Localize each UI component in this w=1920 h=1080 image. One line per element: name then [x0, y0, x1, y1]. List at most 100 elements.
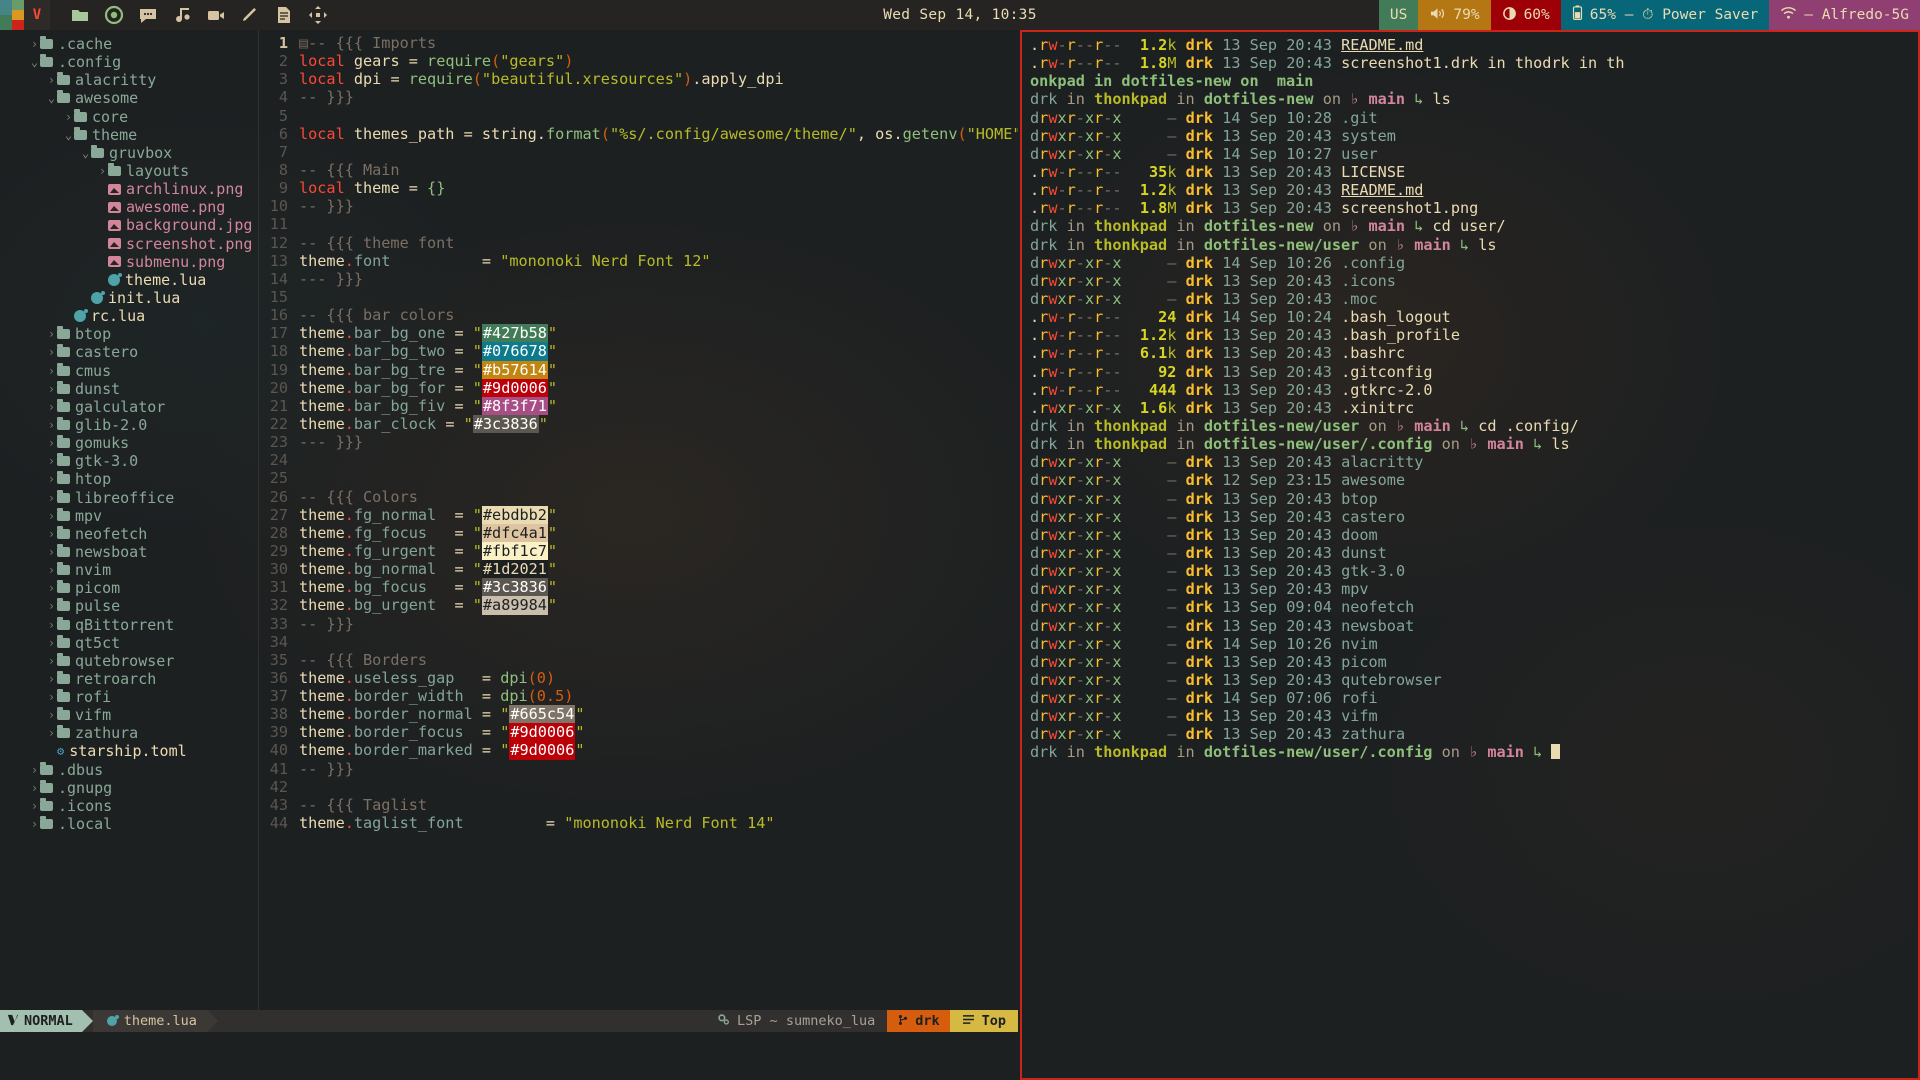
battery-widget[interactable]: 65% – ⏱ Power Saver: [1560, 0, 1770, 30]
chevron-right-icon[interactable]: ›: [46, 416, 57, 434]
tree-item-galculator[interactable]: › galculator: [0, 398, 258, 416]
chevron-right-icon[interactable]: ›: [29, 779, 40, 797]
chat-icon[interactable]: [138, 5, 158, 25]
status-git-branch[interactable]: drk: [887, 1010, 950, 1032]
code-line[interactable]: 33 -- }}}: [262, 615, 1018, 633]
code-line[interactable]: 34: [262, 633, 1018, 651]
tree-item-cmus[interactable]: › cmus: [0, 362, 258, 380]
tree-item-mpv[interactable]: › mpv: [0, 507, 258, 525]
code-line[interactable]: 16 -- {{{ bar colors: [262, 306, 1018, 324]
chevron-right-icon[interactable]: ›: [63, 108, 74, 126]
code-line[interactable]: 8 -- {{{ Main: [262, 161, 1018, 179]
tag-1[interactable]: [0, 0, 12, 30]
status-lsp[interactable]: LSP ~ sumneko_lua: [705, 1010, 887, 1032]
tree-item--cache[interactable]: › .cache: [0, 35, 258, 53]
code-line[interactable]: 39 theme. border_focus = " #9d0006 ": [262, 723, 1018, 742]
chevron-right-icon[interactable]: ›: [46, 398, 57, 416]
chevron-right-icon[interactable]: ›: [46, 634, 57, 652]
code-line[interactable]: 40 theme. border_marked = " #9d0006 ": [262, 741, 1018, 760]
chevron-right-icon[interactable]: ›: [46, 597, 57, 615]
tree-item-retroarch[interactable]: › retroarch: [0, 670, 258, 688]
code-line[interactable]: 32 theme. bg_urgent = " #a89984 ": [262, 596, 1018, 615]
chevron-right-icon[interactable]: ›: [46, 507, 57, 525]
tree-item--icons[interactable]: › .icons: [0, 797, 258, 815]
code-line[interactable]: 36 theme. useless_gap = dpi(0): [262, 669, 1018, 687]
chevron-right-icon[interactable]: ›: [29, 815, 40, 833]
code-line[interactable]: 38 theme. border_normal = " #665c54 ": [262, 705, 1018, 724]
chevron-right-icon[interactable]: ›: [29, 797, 40, 815]
tree-item-rc-lua[interactable]: rc.lua: [0, 307, 258, 325]
volume-widget[interactable]: 79%: [1418, 0, 1491, 30]
chevron-right-icon[interactable]: ›: [46, 670, 57, 688]
files-icon[interactable]: [70, 5, 90, 25]
code-line[interactable]: 30 theme. bg_normal = " #1d2021 ": [262, 560, 1018, 579]
editor-icon[interactable]: [240, 5, 260, 25]
code-line[interactable]: 13 theme. font = "mononoki Nerd Font 12": [262, 252, 1018, 270]
code-line[interactable]: 2 local gears = require("gears"): [262, 52, 1018, 70]
code-line[interactable]: 28 theme. fg_focus = " #dfc4a1 ": [262, 523, 1018, 542]
tree-item--dbus[interactable]: › .dbus: [0, 761, 258, 779]
code-line[interactable]: 43 -- {{{ Taglist: [262, 796, 1018, 814]
tree-item-starship-toml[interactable]: ⚙ starship.toml: [0, 742, 258, 760]
code-line[interactable]: 25: [262, 469, 1018, 487]
tree-item-gruvbox[interactable]: ⌄ gruvbox: [0, 144, 258, 162]
chevron-down-icon[interactable]: ⌄: [29, 53, 40, 71]
chevron-right-icon[interactable]: ›: [46, 470, 57, 488]
tree-item-vifm[interactable]: › vifm: [0, 706, 258, 724]
tree-item-core[interactable]: › core: [0, 108, 258, 126]
code-line[interactable]: 6 local themes_path = string. format("%s/.…: [262, 125, 1018, 143]
tree-item-qutebrowser[interactable]: › qutebrowser: [0, 652, 258, 670]
code-line[interactable]: 12 -- {{{ theme font: [262, 234, 1018, 252]
chevron-right-icon[interactable]: ›: [46, 724, 57, 742]
tree-item-libreoffice[interactable]: › libreoffice: [0, 489, 258, 507]
tree-item-gomuks[interactable]: › gomuks: [0, 434, 258, 452]
code-line[interactable]: 9 local theme = {}: [262, 179, 1018, 197]
code-line[interactable]: 3 local dpi = require("beautiful.xresourc…: [262, 70, 1018, 88]
browser-icon[interactable]: [104, 5, 124, 25]
tree-item--gnupg[interactable]: › .gnupg: [0, 779, 258, 797]
code-line[interactable]: 20 theme. bar_bg_for = " #9d0006 ": [262, 378, 1018, 397]
code-line[interactable]: 15: [262, 288, 1018, 306]
tag-list[interactable]: V: [0, 0, 50, 30]
chevron-right-icon[interactable]: ›: [46, 525, 57, 543]
code-line[interactable]: 1 ▤ -- {{{ Imports: [262, 34, 1018, 52]
code-line[interactable]: 29 theme. fg_urgent = " #fbf1c7 ": [262, 541, 1018, 561]
code-editor[interactable]: 1 ▤ -- {{{ Imports 2 local gears = require("…: [262, 30, 1018, 832]
music-icon[interactable]: [172, 5, 192, 25]
chevron-right-icon[interactable]: ›: [46, 452, 57, 470]
tree-item-gtk-3-0[interactable]: › gtk-3.0: [0, 452, 258, 470]
code-line[interactable]: 17 theme. bar_bg_one = " #427b58 ": [262, 324, 1018, 343]
code-line[interactable]: 11: [262, 215, 1018, 233]
fold-marker[interactable]: ▤: [299, 34, 308, 52]
chevron-right-icon[interactable]: ›: [46, 616, 57, 634]
brightness-widget[interactable]: 60%: [1490, 0, 1561, 30]
tree-item-btop[interactable]: › btop: [0, 325, 258, 343]
tree-item-alacritty[interactable]: › alacritty: [0, 71, 258, 89]
chevron-right-icon[interactable]: ›: [29, 761, 40, 779]
terminal-window[interactable]: .rw-r--r-- 1.2k drk 13 Sep 20:43 README.…: [1020, 30, 1920, 1080]
tree-item-qt5ct[interactable]: › qt5ct: [0, 634, 258, 652]
chevron-right-icon[interactable]: ›: [29, 35, 40, 53]
code-line[interactable]: 21 theme. bar_bg_fiv = " #8f3f71 ": [262, 396, 1018, 415]
code-line[interactable]: 5: [262, 107, 1018, 125]
chevron-right-icon[interactable]: ›: [46, 706, 57, 724]
code-line[interactable]: 14 --- }}}: [262, 270, 1018, 288]
code-line[interactable]: 26 -- {{{ Colors: [262, 488, 1018, 506]
tree-item-theme-lua[interactable]: theme.lua: [0, 271, 258, 289]
tree-item--local[interactable]: › .local: [0, 815, 258, 833]
file-tree[interactable]: › .cache ⌄ .config › alacritty ⌄ awesome › core ⌄ t…: [0, 30, 258, 1030]
tree-item-archlinux-png[interactable]: archlinux.png: [0, 180, 258, 198]
tree-item-nvim[interactable]: › nvim: [0, 561, 258, 579]
code-line[interactable]: 37 theme. border_width = dpi(0.5): [262, 687, 1018, 705]
chevron-down-icon[interactable]: ⌄: [63, 126, 74, 144]
code-line[interactable]: 19 theme. bar_bg_tre = " #b57614 ": [262, 360, 1018, 379]
tree-item-theme[interactable]: ⌄ theme: [0, 126, 258, 144]
code-line[interactable]: 35 -- {{{ Borders: [262, 651, 1018, 669]
tree-item-submenu-png[interactable]: submenu.png: [0, 253, 258, 271]
tree-item-pulse[interactable]: › pulse: [0, 597, 258, 615]
layout-icon[interactable]: [308, 5, 328, 25]
tree-item-background-jpg[interactable]: background.jpg: [0, 216, 258, 234]
code-line[interactable]: 22 theme. bar_clock = " #3c3836 ": [262, 414, 1018, 434]
tree-item-dunst[interactable]: › dunst: [0, 380, 258, 398]
tree-item-zathura[interactable]: › zathura: [0, 724, 258, 742]
